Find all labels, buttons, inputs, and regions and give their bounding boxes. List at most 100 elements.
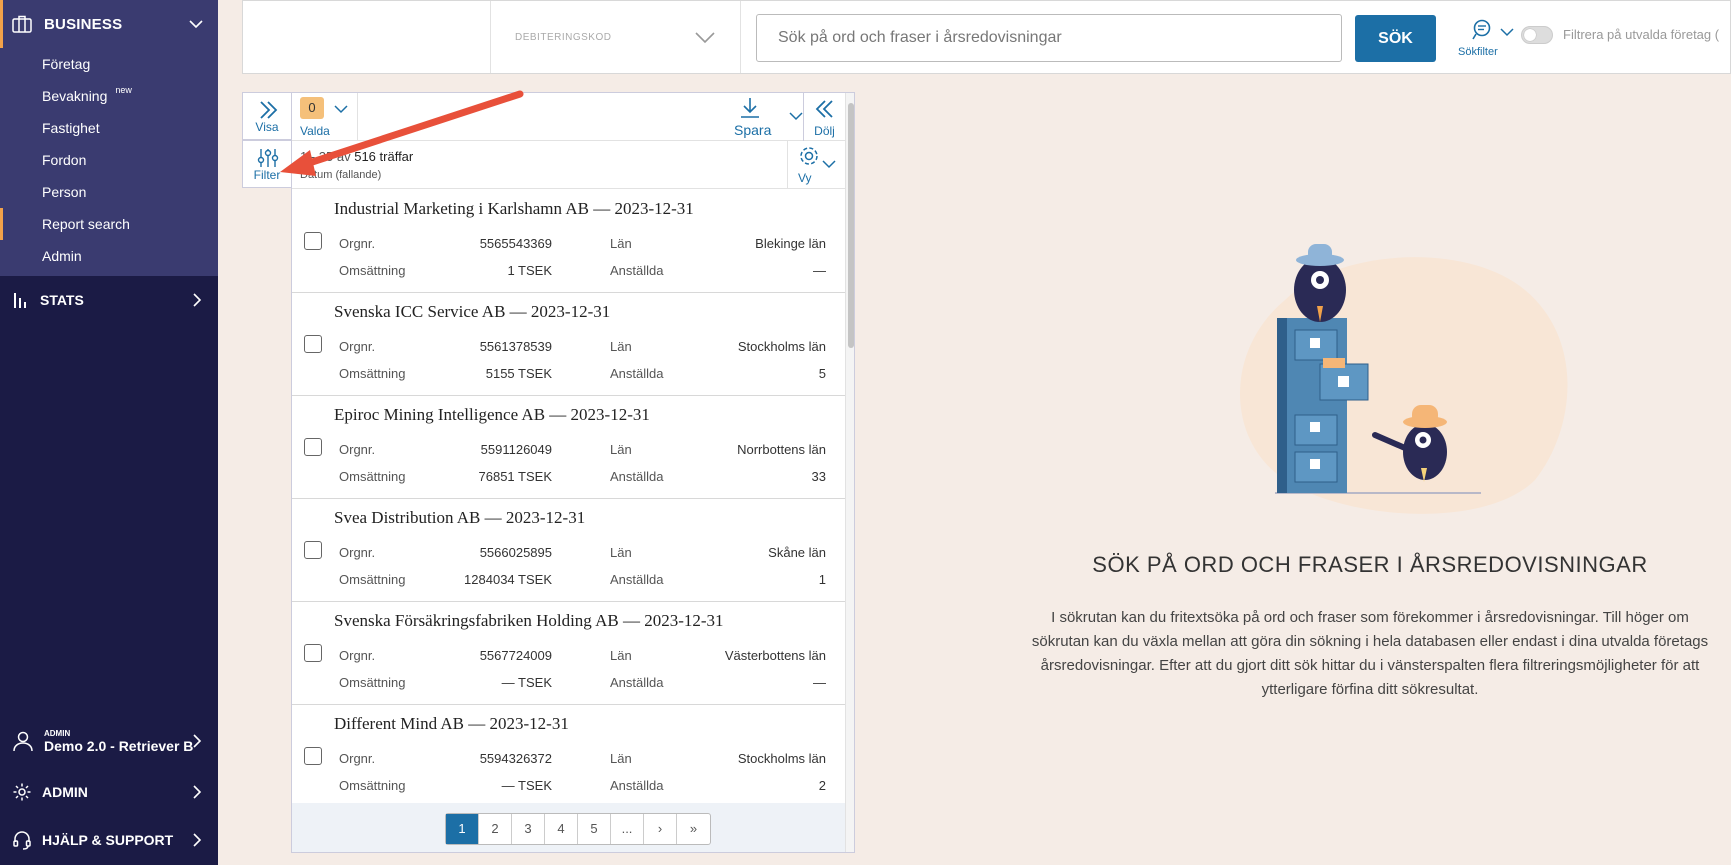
sidebar-help[interactable]: HJÄLP & SUPPORT [0,816,218,864]
lan-value: Blekinge län [755,236,826,251]
result-row[interactable]: Industrial Marketing i Karlshamn AB — 20… [292,190,845,293]
filter-selected-label: Filtrera på utvalda företag ( [1563,27,1720,42]
chevron-right-icon [193,293,202,307]
omsattning-label: Omsättning [339,778,406,793]
result-row[interactable]: Svenska ICC Service AB — 2023-12-31 Orgnr… [292,293,845,396]
result-checkbox[interactable] [304,747,322,765]
sidebar-business-submenu: Företag Bevakning new Fastighet Fordon Pe… [0,48,218,276]
result-title[interactable]: Epiroc Mining Intelligence AB — 2023-12-… [334,405,650,425]
sidebar: BUSINESS Företag Bevakning new Fastighet … [0,0,218,865]
orgnr-label: Orgnr. [339,545,376,560]
page-button[interactable]: » [677,814,710,844]
lan-value: Västerbottens län [724,648,826,663]
anstallda-label: Anställda [610,469,664,484]
results-panel: 0 Valda Spara Dölj 1 - 25 av 516 träffar… [291,92,855,853]
billing-code-select[interactable]: DEBITERINGSKOD [491,1,741,73]
sidebar-user[interactable]: ADMIN Demo 2.0 - Retriever Bu [0,712,218,770]
result-title[interactable]: Different Mind AB — 2023-12-31 [334,714,569,734]
pagination-pages: 1 2 3 4 5... ›» [445,813,711,845]
orgnr-value: 5565543369 [479,236,552,251]
lan-value: Norrbottens län [737,442,826,457]
user-role: ADMIN [44,728,71,738]
result-row[interactable]: Svenska Försäkringsfabriken Holding AB —… [292,602,845,705]
sidebar-item-person[interactable]: Person [0,176,218,208]
chevron-right-icon [193,833,202,847]
omsattning-label: Omsättning [339,366,406,381]
result-checkbox[interactable] [304,541,322,559]
anstallda-label: Anställda [610,366,664,381]
sidebar-item-bevakning[interactable]: Bevakning new [0,80,218,112]
save-button[interactable]: Spara [734,93,814,141]
headset-icon [13,831,31,850]
omsattning-value: — TSEK [501,778,552,793]
page-button[interactable]: 5 [578,814,611,844]
anstallda-label: Anställda [610,263,664,278]
new-badge: new [115,85,132,95]
chevron-down-icon [695,32,715,44]
lan-label: Län [610,236,632,251]
omsattning-value: 1 TSEK [507,263,552,278]
sidebar-item-foretag[interactable]: Företag [0,48,218,80]
chevron-down-icon [1500,28,1514,37]
lan-value: Skåne län [768,545,826,560]
orgnr-label: Orgnr. [339,236,376,251]
scrollbar-thumb[interactable] [848,103,854,348]
orgnr-value: 5591126049 [480,442,552,457]
result-title[interactable]: Svenska ICC Service AB — 2023-12-31 [334,302,610,322]
search-header: DEBITERINGSKOD SÖK Sökfilter Filtrera på… [242,0,1731,74]
chevron-down-icon [822,160,836,169]
results-scrollbar[interactable] [845,93,854,852]
search-chat-icon [1472,19,1491,40]
page-button[interactable]: 3 [512,814,545,844]
sidebar-admin[interactable]: ADMIN [0,768,218,816]
lan-value: Stockholms län [737,339,826,354]
download-icon [741,98,759,118]
page-button[interactable]: › [644,814,677,844]
sidebar-stats[interactable]: STATS [0,276,218,324]
lan-label: Län [610,648,632,663]
orgnr-value: 5561378539 [479,339,552,354]
result-checkbox[interactable] [304,232,322,250]
result-checkbox[interactable] [304,335,322,353]
page-button[interactable]: ... [611,814,644,844]
sidebar-item-admin[interactable]: Admin [0,240,218,272]
search-input[interactable] [756,14,1342,62]
result-row[interactable]: Svea Distribution AB — 2023-12-31 Orgnr. 5… [292,499,845,602]
view-dropdown[interactable]: Vy [787,141,845,189]
anstallda-label: Anställda [610,675,664,690]
user-icon [13,731,33,752]
result-checkbox[interactable] [304,438,322,456]
result-title[interactable]: Svenska Försäkringsfabriken Holding AB —… [334,611,724,631]
filter-selected-toggle[interactable] [1521,26,1553,44]
hide-button[interactable]: Dölj [803,93,845,141]
orgnr-value: 5567724009 [479,648,552,663]
search-filter-button[interactable]: Sökfilter [1458,19,1518,63]
omsattning-value: 5155 TSEK [485,366,552,381]
page-button[interactable]: 2 [479,814,512,844]
orgnr-label: Orgnr. [339,751,376,766]
double-chevron-left-icon [815,100,833,118]
result-checkbox[interactable] [304,644,322,662]
page-button[interactable]: 4 [545,814,578,844]
sidebar-business-label: BUSINESS [44,15,123,33]
sidebar-business[interactable]: BUSINESS [0,0,218,48]
page-button[interactable]: 1 [446,814,479,844]
result-title[interactable]: Svea Distribution AB — 2023-12-31 [334,508,585,528]
empty-state-text: I sökrutan kan du fritextsöka på ord och… [1031,609,1709,698]
sidebar-item-fordon[interactable]: Fordon [0,144,218,176]
lan-value: Stockholms län [737,751,826,766]
sidebar-item-report-search[interactable]: Report search [0,208,218,240]
result-row[interactable]: Different Mind AB — 2023-12-31 Orgnr. 5594… [292,705,845,808]
omsattning-value: — TSEK [501,675,552,690]
omsattning-value: 76851 TSEK [478,469,552,484]
anstallda-value: — [813,675,826,690]
omsattning-label: Omsättning [339,675,406,690]
search-button[interactable]: SÖK [1355,15,1436,62]
omsattning-label: Omsättning [339,263,406,278]
omsattning-value: 1284034 TSEK [464,572,552,587]
result-row[interactable]: Epiroc Mining Intelligence AB — 2023-12-… [292,396,845,499]
anstallda-label: Anställda [610,572,664,587]
result-title[interactable]: Industrial Marketing i Karlshamn AB — 20… [334,199,694,219]
sidebar-item-fastighet[interactable]: Fastighet [0,112,218,144]
anstallda-label: Anställda [610,778,664,793]
